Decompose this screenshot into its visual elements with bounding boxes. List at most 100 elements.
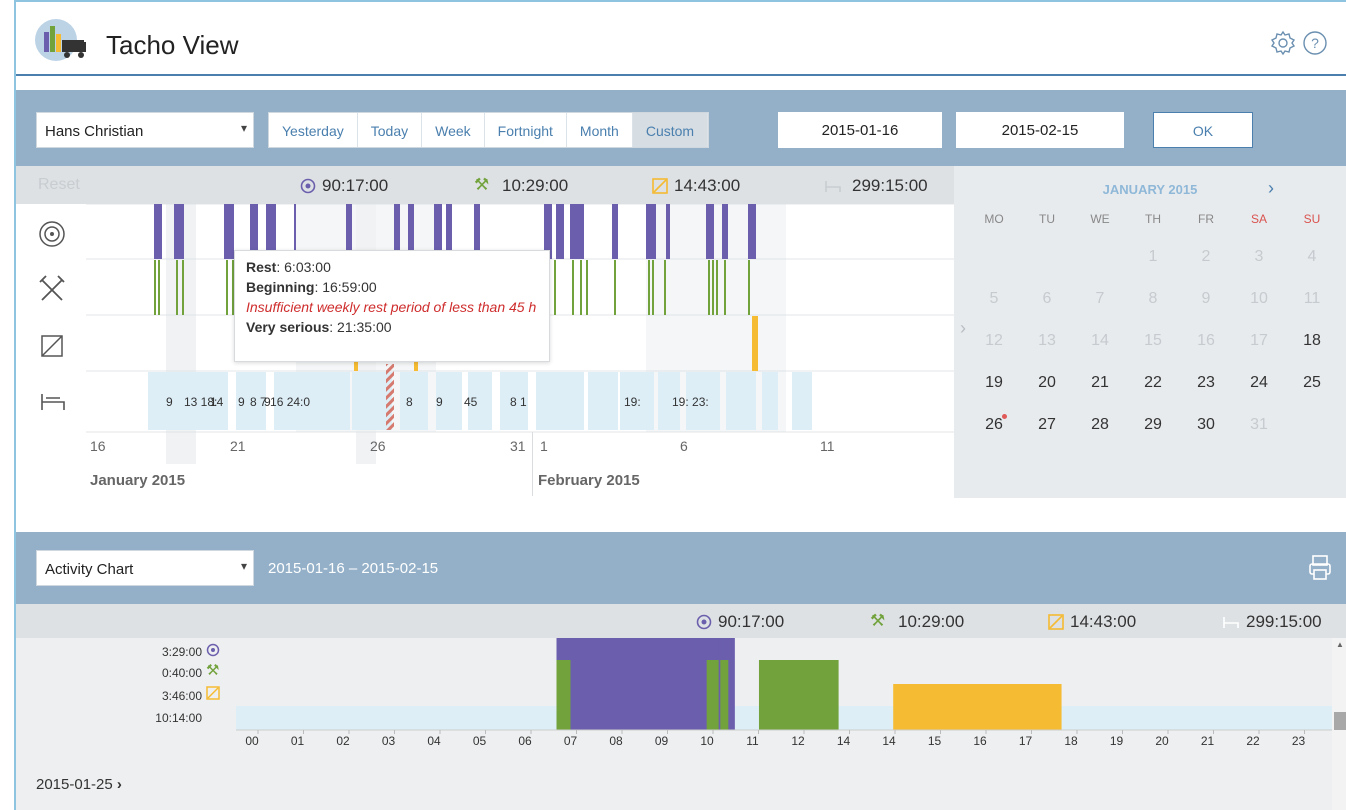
day-availability-total: 3:46:00 [161, 689, 202, 703]
tab-yesterday[interactable]: Yesterday [269, 113, 358, 147]
help-icon[interactable]: ? [1302, 30, 1328, 56]
calendar-day-name: MO [984, 212, 1004, 226]
calendar-day: 10 [1250, 290, 1268, 307]
tooltip-severity: Very serious: 21:35:00 [246, 317, 538, 337]
day-label-text: 2015-01-25 [36, 776, 113, 793]
app-title: Tacho View [106, 30, 239, 60]
rest-row-icon [41, 394, 65, 410]
work-block [706, 660, 719, 730]
work-block [556, 660, 571, 730]
driving-icon [206, 643, 220, 657]
hour-label: 10 [700, 734, 714, 748]
rest-block [726, 372, 756, 430]
rest-total: 299:15:00 [852, 176, 928, 195]
driving-block [748, 204, 756, 259]
work-block [586, 260, 588, 315]
rest-duration-label: 45 [464, 395, 478, 409]
tab-custom[interactable]: Custom [632, 113, 709, 147]
calendar-day: 7 [1095, 290, 1105, 307]
driver-select[interactable]: Hans Christian ▾ [36, 112, 254, 148]
driving-total: 90:17:00 [322, 176, 389, 195]
work-block [664, 260, 666, 315]
tooltip-beginning: Beginning: 16:59:00 [246, 277, 538, 297]
availability-icon [206, 686, 220, 700]
calendar-day[interactable]: 27 [1021, 416, 1073, 434]
calendar-day: 17 [1250, 332, 1268, 349]
driving-block [646, 204, 656, 259]
calendar-day-name: TH [1145, 212, 1161, 226]
calendar-day: 5 [989, 290, 999, 307]
hour-label: 19 [1109, 734, 1124, 748]
tooltip-severity-value: : 21:35:00 [329, 319, 392, 335]
work-block [614, 260, 616, 315]
hour-label: 07 [563, 734, 578, 748]
reset-button[interactable]: Reset [38, 176, 80, 194]
tacho-logo [35, 19, 86, 61]
axis-day-label: 31 [510, 438, 526, 454]
axis-day-label: 11 [820, 438, 835, 454]
activity-work-total: 10:29:00 [898, 612, 965, 631]
axis-day-label: 16 [90, 438, 106, 454]
tab-month[interactable]: Month [567, 113, 633, 147]
day-label[interactable]: 2015-01-25 › [36, 776, 122, 793]
driving-block [666, 204, 670, 259]
work-block [176, 260, 178, 315]
rest-duration-label: 8 1 [510, 395, 527, 409]
printer-icon[interactable] [1308, 554, 1334, 582]
scrollbar-thumb[interactable] [1334, 712, 1346, 730]
driving-icon [696, 614, 712, 630]
calendar-day[interactable]: 24 [1233, 374, 1285, 392]
activity-scrollbar[interactable]: ▲ [1332, 638, 1346, 810]
calendar-collapse-icon[interactable]: › [960, 318, 966, 339]
work-block [712, 260, 714, 315]
calendar-day[interactable]: 29 [1127, 416, 1179, 434]
calendar-day[interactable]: 25 [1286, 374, 1338, 392]
calendar-day[interactable]: 28 [1074, 416, 1126, 434]
rest-duration-label: 9 [166, 395, 173, 409]
dropdown-arrow-icon: ▾ [240, 559, 247, 573]
tab-fortnight[interactable]: Fortnight [485, 113, 567, 147]
calendar-day[interactable]: 30 [1180, 416, 1232, 434]
calendar-day[interactable]: 18 [1286, 332, 1338, 350]
rest-block [400, 372, 428, 430]
today-dot [1002, 414, 1007, 419]
work-block [580, 260, 582, 315]
work-block [724, 260, 726, 315]
driving-block [224, 204, 234, 259]
day-work-total: 0:40:00 [161, 666, 202, 680]
scroll-up-icon[interactable]: ▲ [1336, 640, 1344, 649]
work-block [716, 260, 718, 315]
calendar-day: 6 [1042, 290, 1052, 307]
hour-label: 11 [746, 734, 759, 748]
work-block [572, 260, 574, 315]
app-frame: Tacho View ? Hans Christian ▾ Yesterday T… [14, 0, 1346, 810]
driving-icon [300, 178, 316, 194]
chart-type-select[interactable]: Activity Chart ▾ [36, 550, 254, 586]
tab-week[interactable]: Week [422, 113, 485, 147]
calendar-day[interactable]: 26 [968, 416, 1020, 434]
hour-label: 02 [336, 734, 350, 748]
calendar-next-icon[interactable]: › [1268, 178, 1274, 199]
driving-row-icon [39, 221, 65, 247]
work-block [748, 260, 750, 315]
ok-button[interactable]: OK [1153, 112, 1253, 148]
calendar-day: 14 [1091, 332, 1109, 349]
rest-duration-label: 9 [436, 395, 443, 409]
date-from-input[interactable]: 2015-01-16 [778, 112, 942, 148]
calendar-day[interactable]: 20 [1021, 374, 1073, 392]
tab-today[interactable]: Today [358, 113, 423, 147]
calendar-day[interactable]: 21 [1074, 374, 1126, 392]
calendar-day: 1 [1148, 248, 1158, 265]
calendar-day[interactable]: 22 [1127, 374, 1179, 392]
gear-icon[interactable] [1270, 30, 1296, 56]
calendar-day[interactable]: 23 [1180, 374, 1232, 392]
availability-total: 14:43:00 [674, 176, 741, 195]
rest-block [762, 372, 778, 430]
axis-day-label: 26 [370, 438, 386, 454]
rest-bed-icon [825, 181, 841, 192]
calendar-day-name: SU [1303, 212, 1321, 226]
work-icon: ⚒ [206, 662, 220, 679]
date-to-input[interactable]: 2015-02-15 [956, 112, 1124, 148]
calendar-day[interactable]: 19 [968, 374, 1020, 392]
work-block [720, 660, 729, 730]
